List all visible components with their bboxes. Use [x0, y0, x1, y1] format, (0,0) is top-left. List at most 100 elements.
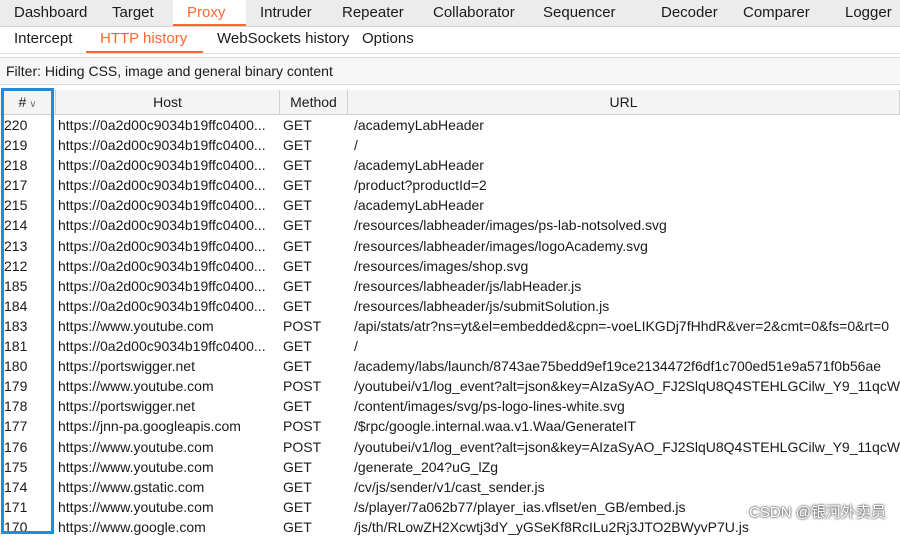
filter-bar[interactable]: Filter: Hiding CSS, image and general bi…: [0, 57, 900, 85]
table-row[interactable]: 213 https://0a2d00c9034b19ffc0400... GET/r…: [0, 236, 900, 256]
row-number: 214: [4, 217, 28, 234]
row-method: GET: [283, 398, 312, 415]
row-method: GET: [283, 237, 312, 254]
http-history-table: # ∨ Host Method URL 220 https://0a2d00c903…: [0, 90, 900, 537]
row-url: /: [354, 338, 358, 355]
watermark: CSDN @银河外卖员: [749, 504, 886, 521]
row-url: /api/stats/atr?ns=yt&el=embedded&cpn=-vo…: [354, 317, 890, 334]
row-method: GET: [283, 518, 312, 535]
row-url: /product?productId=2: [354, 177, 487, 194]
table-row[interactable]: 183 https://www.youtube.com POST/api/stats…: [0, 316, 900, 336]
column-header-method[interactable]: Method: [280, 90, 348, 114]
row-host: https://0a2d00c9034b19ffc0400...: [58, 257, 266, 274]
row-url: /academyLabHeader: [354, 157, 484, 174]
row-host: https://www.gstatic.com: [58, 478, 205, 495]
row-host: https://www.google.com: [58, 518, 206, 535]
table-row[interactable]: 180 https://portswigger.net GET/academy/la…: [0, 356, 900, 376]
tab-proxy[interactable]: Proxy: [173, 0, 246, 26]
subtab-intercept[interactable]: Intercept: [0, 27, 86, 53]
column-header-host[interactable]: Host: [56, 90, 280, 114]
row-host: https://www.youtube.com: [58, 378, 214, 395]
table-row[interactable]: 185 https://0a2d00c9034b19ffc0400... GET/r…: [0, 276, 900, 296]
row-url: /cv/js/sender/v1/cast_sender.js: [354, 478, 545, 495]
row-method: GET: [283, 137, 312, 154]
column-header-number[interactable]: # ∨: [0, 90, 56, 114]
row-method: GET: [283, 358, 312, 375]
row-method: GET: [283, 277, 312, 294]
row-host: https://0a2d00c9034b19ffc0400...: [58, 217, 266, 234]
row-number: 218: [4, 157, 28, 174]
tab-collaborator[interactable]: Collaborator: [419, 0, 529, 26]
row-method: POST: [283, 378, 322, 395]
subtab-http-history[interactable]: HTTP history: [86, 27, 203, 53]
table-row[interactable]: 181 https://0a2d00c9034b19ffc0400... GET /: [0, 336, 900, 356]
row-number: 171: [4, 498, 28, 515]
tab-decoder[interactable]: Decoder: [647, 0, 729, 26]
table-row[interactable]: 217 https://0a2d00c9034b19ffc0400... GET/p…: [0, 175, 900, 195]
row-host: https://0a2d00c9034b19ffc0400...: [58, 117, 266, 133]
row-number: 219: [4, 137, 28, 154]
row-number: 183: [4, 317, 28, 334]
table-row[interactable]: 179 https://www.youtube.com POST/youtubei/…: [0, 376, 900, 396]
row-number: 170: [4, 518, 28, 535]
row-number: 179: [4, 378, 28, 395]
subtab-websockets-history[interactable]: WebSockets history: [203, 27, 349, 53]
row-host: https://portswigger.net: [58, 398, 195, 415]
table-row[interactable]: 212 https://0a2d00c9034b19ffc0400... GET/r…: [0, 256, 900, 276]
row-number: 184: [4, 297, 28, 314]
tab-repeater[interactable]: Repeater: [328, 0, 419, 26]
table-row[interactable]: 214 https://0a2d00c9034b19ffc0400... GET/r…: [0, 215, 900, 235]
row-method: GET: [283, 257, 312, 274]
row-host: https://0a2d00c9034b19ffc0400...: [58, 297, 266, 314]
column-header-url[interactable]: URL: [348, 90, 900, 114]
row-host: https://0a2d00c9034b19ffc0400...: [58, 338, 266, 355]
row-url: /youtubei/v1/log_event?alt=json&key=AIza…: [354, 378, 900, 395]
tab-target[interactable]: Target: [98, 0, 173, 26]
tab-comparer[interactable]: Comparer: [729, 0, 831, 26]
tab-intruder[interactable]: Intruder: [246, 0, 328, 26]
row-url: /resources/labheader/images/logoAcademy.…: [354, 237, 648, 254]
row-host: https://jnn-pa.googleapis.com: [58, 418, 241, 435]
table-row[interactable]: 219 https://0a2d00c9034b19ffc0400... GET /: [0, 135, 900, 155]
main-tab-bar: Dashboard Target Proxy Intruder Repeater Coll…: [0, 0, 900, 27]
table-row[interactable]: 175 https://www.youtube.com GET/generate_2…: [0, 457, 900, 477]
row-number: 212: [4, 257, 28, 274]
row-number: 174: [4, 478, 28, 495]
row-url: /resources/labheader/js/labHeader.js: [354, 277, 582, 294]
row-method: GET: [283, 297, 312, 314]
table-row[interactable]: 218 https://0a2d00c9034b19ffc0400... GET/a…: [0, 155, 900, 175]
table-row[interactable]: 177 https://jnn-pa.googleapis.com POST /$rp…: [0, 416, 900, 436]
table-row[interactable]: 215 https://0a2d00c9034b19ffc0400... GET/a…: [0, 195, 900, 215]
table-row[interactable]: 220 https://0a2d00c9034b19ffc0400... GET/a…: [0, 115, 900, 135]
row-host: https://0a2d00c9034b19ffc0400...: [58, 237, 266, 254]
table-row[interactable]: 178 https://portswigger.net GET/content/im…: [0, 396, 900, 416]
table-row[interactable]: 184 https://0a2d00c9034b19ffc0400... GET/r…: [0, 296, 900, 316]
row-method: GET: [283, 197, 312, 214]
row-number: 220: [4, 117, 28, 133]
row-number: 178: [4, 398, 28, 415]
row-url: /academy/labs/launch/8743ae75bedd9ef19ce…: [354, 358, 882, 375]
row-url: /academyLabHeader: [354, 197, 484, 214]
row-url: /academyLabHeader: [354, 117, 484, 133]
row-number: 181: [4, 338, 28, 355]
row-host: https://0a2d00c9034b19ffc0400...: [58, 197, 266, 214]
row-host: https://www.youtube.com: [58, 458, 214, 475]
table-row[interactable]: 176 https://www.youtube.com POST/youtubei/…: [0, 437, 900, 457]
table-body: 220 https://0a2d00c9034b19ffc0400... GET/a…: [0, 115, 900, 537]
row-url: /generate_204?uG_lZg: [354, 458, 498, 475]
tab-dashboard[interactable]: Dashboard: [0, 0, 98, 26]
row-number: 185: [4, 277, 28, 294]
row-method: GET: [283, 478, 312, 495]
row-method: GET: [283, 217, 312, 234]
row-number: 213: [4, 237, 28, 254]
row-host: https://0a2d00c9034b19ffc0400...: [58, 157, 266, 174]
row-method: GET: [283, 498, 312, 515]
row-method: POST: [283, 317, 322, 334]
table-row[interactable]: 174 https://www.gstatic.com GET/cv/js/send…: [0, 477, 900, 497]
proxy-subtab-bar: Intercept HTTP history WebSockets history O…: [0, 27, 900, 54]
tab-logger[interactable]: Logger: [831, 0, 900, 26]
tab-sequencer[interactable]: Sequencer: [529, 0, 647, 26]
row-method: POST: [283, 418, 322, 435]
row-method: POST: [283, 438, 322, 455]
subtab-options[interactable]: Options: [348, 27, 428, 53]
